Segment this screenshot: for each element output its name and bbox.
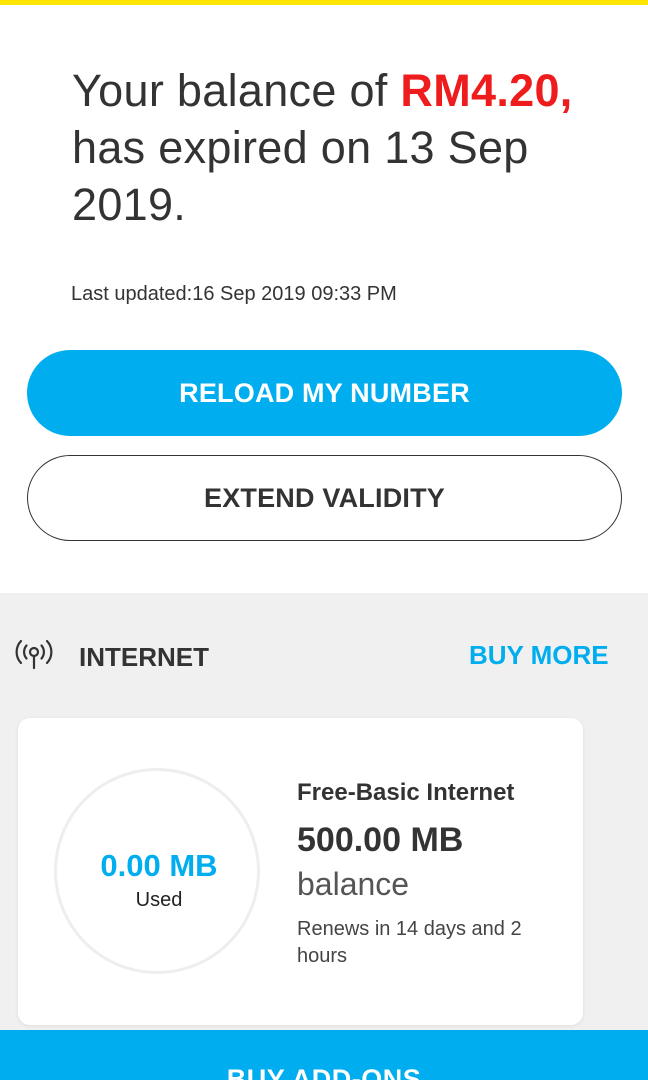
buy-more-link[interactable]: BUY MORE xyxy=(469,640,609,671)
reload-my-number-button[interactable]: RELOAD MY NUMBER xyxy=(27,350,622,436)
plan-name: Free-Basic Internet xyxy=(297,779,515,806)
balance-message-prefix: Your balance of xyxy=(72,65,401,116)
buy-add-ons-button[interactable]: BUY ADD-ONS xyxy=(0,1030,648,1080)
plan-balance-amount: 500.00 MB xyxy=(297,821,464,859)
balance-expired-message: Your balance of RM4.20, has expired on 1… xyxy=(72,62,592,233)
top-accent-bar xyxy=(0,0,648,5)
balance-message-suffix: has expired on 13 Sep 2019. xyxy=(72,122,529,230)
signal-broadcast-icon xyxy=(15,639,53,670)
internet-plan-card[interactable]: 0.00 MB Used Free-Basic Internet 500.00 … xyxy=(18,718,583,1025)
used-data-label: Used xyxy=(135,889,183,911)
last-updated-text: Last updated:16 Sep 2019 09:33 PM xyxy=(71,283,397,305)
plan-renewal-text: Renews in 14 days and 2 hours xyxy=(297,918,522,967)
plan-balance-label: balance xyxy=(297,866,410,902)
used-data-value: 0.00 MB xyxy=(100,848,218,883)
extend-validity-button[interactable]: EXTEND VALIDITY xyxy=(27,455,622,541)
internet-section-title: INTERNET xyxy=(79,642,209,672)
buy-add-ons-label: BUY ADD-ONS xyxy=(226,1064,422,1080)
balance-amount: RM4.20, xyxy=(400,65,573,116)
